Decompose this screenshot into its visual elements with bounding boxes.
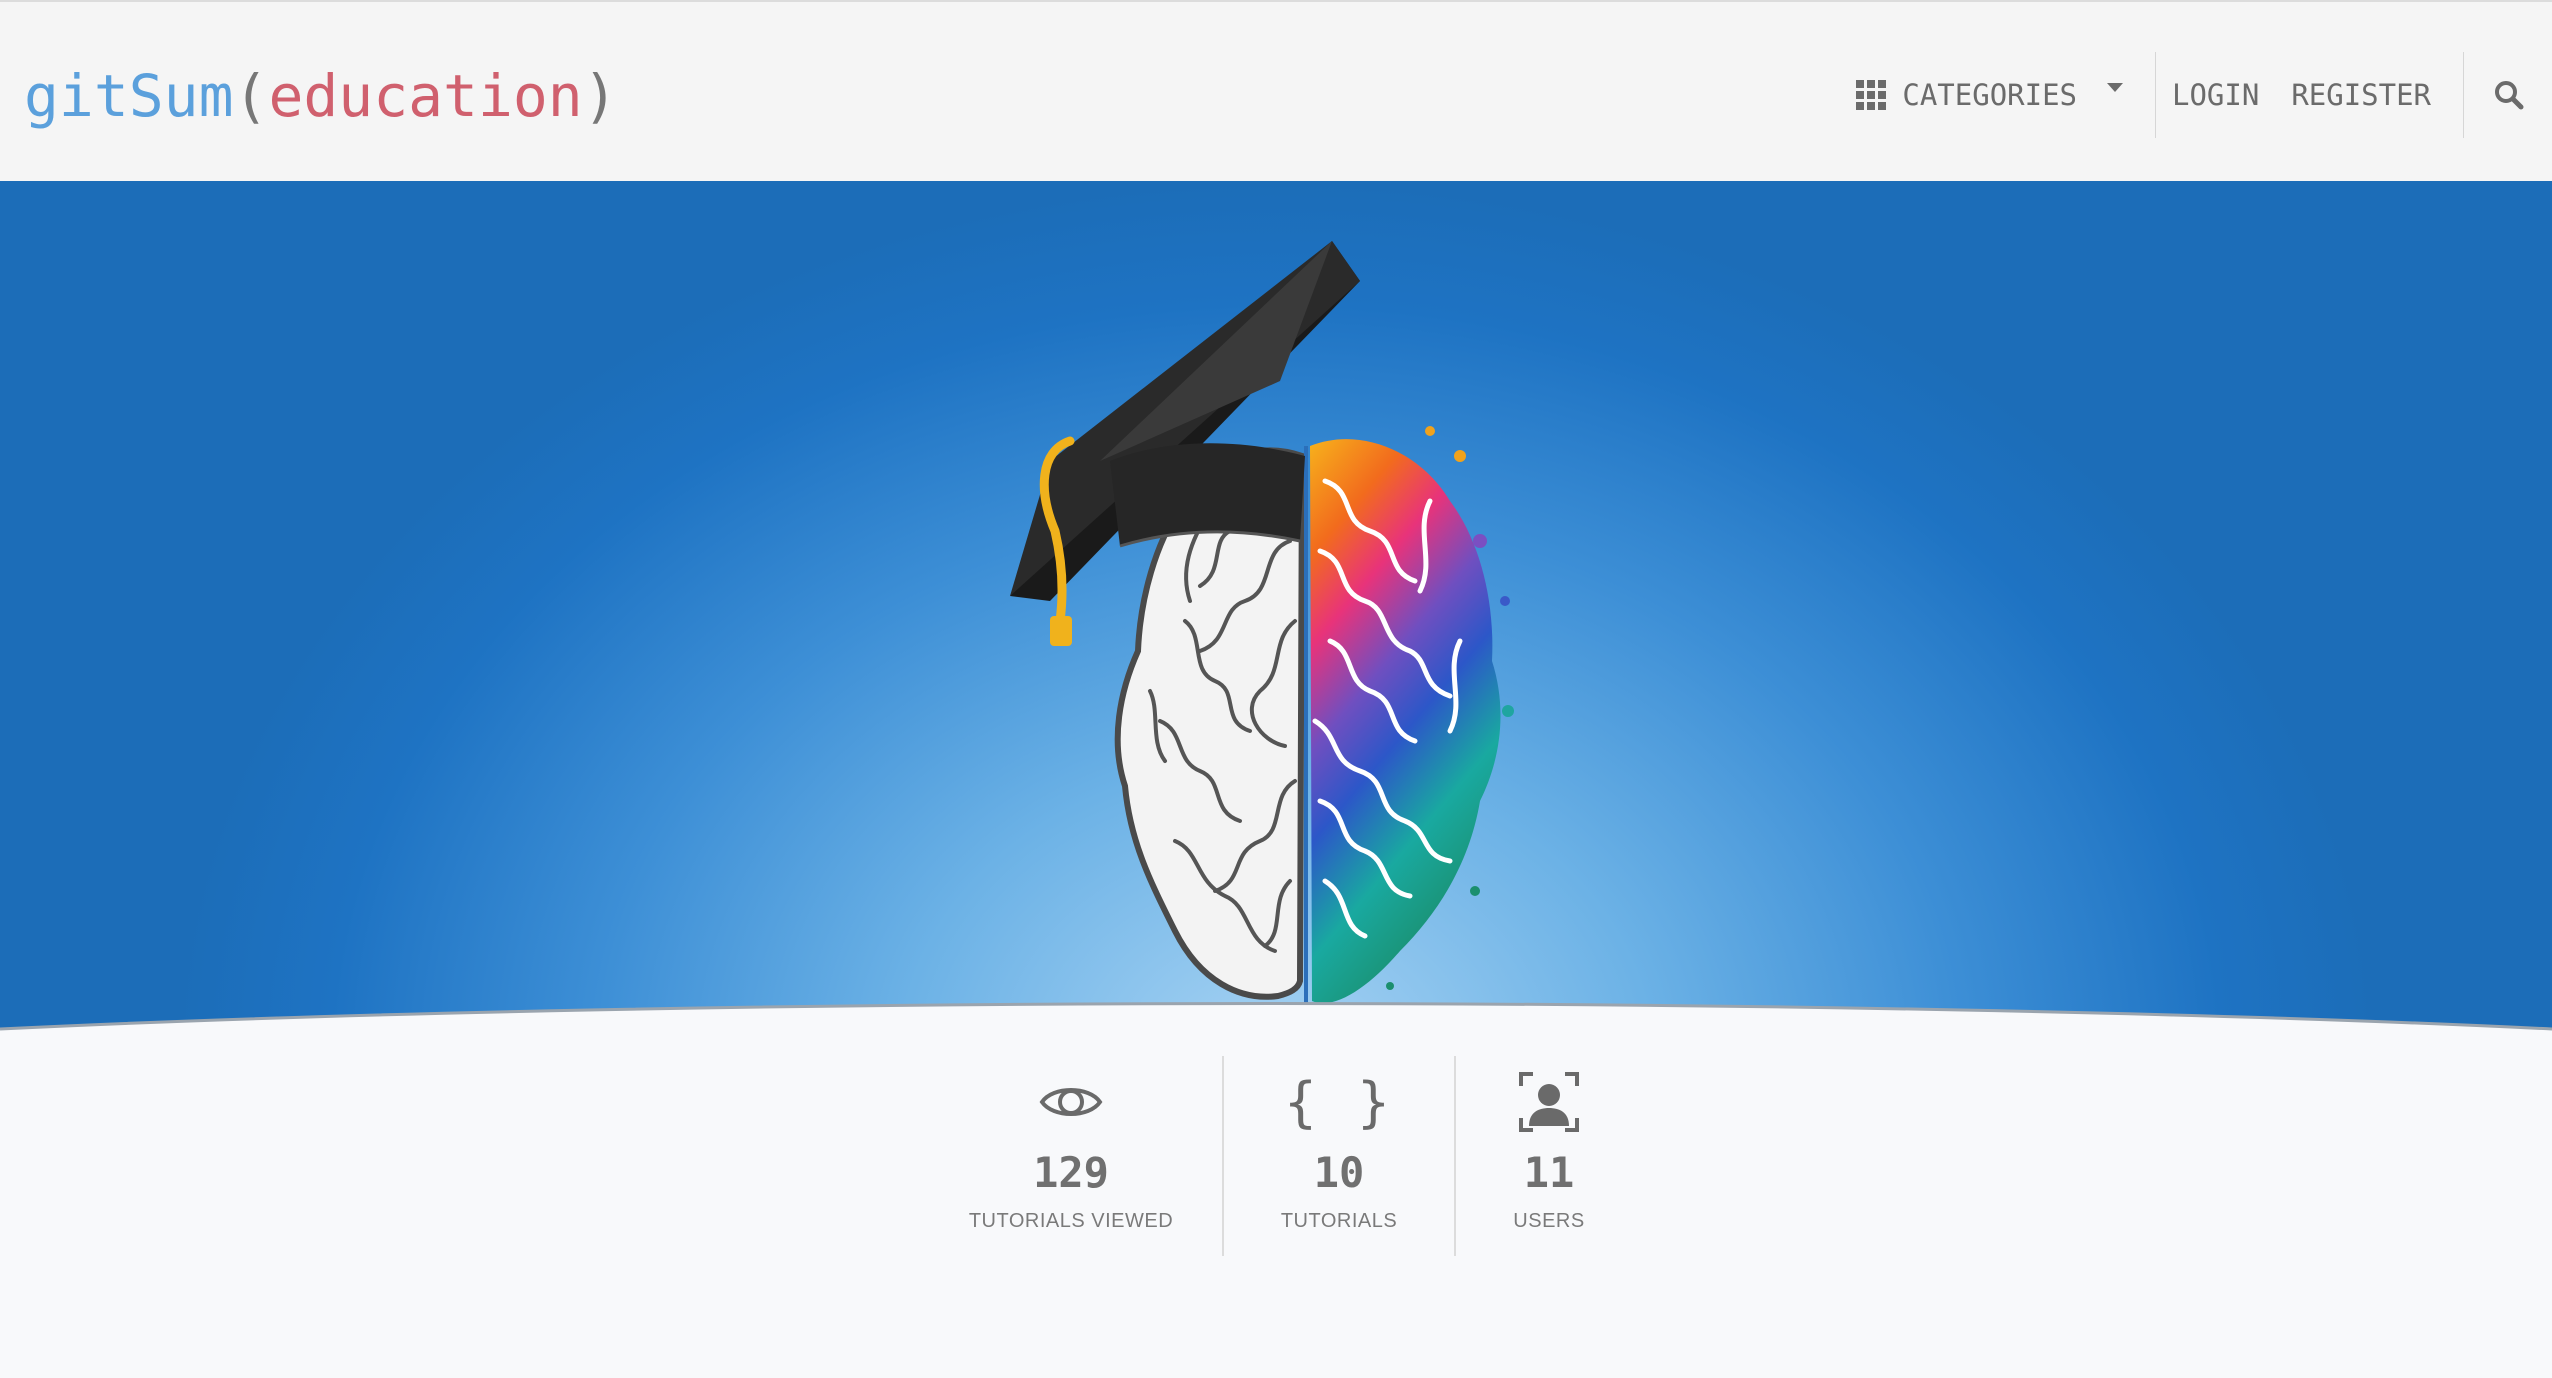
braces-icon: { } xyxy=(1284,1070,1394,1134)
hero-curve-divider xyxy=(0,1002,2552,1061)
brand-paren-close: ) xyxy=(582,62,618,130)
stat-value: 10 xyxy=(1313,1148,1365,1197)
user-icon xyxy=(1517,1066,1581,1138)
search-icon xyxy=(2495,81,2524,110)
stat-label: USERS xyxy=(1513,1210,1585,1232)
hero-banner xyxy=(0,181,2552,1061)
register-label: REGISTER xyxy=(2291,78,2431,112)
login-link[interactable]: LOGIN xyxy=(2156,78,2275,112)
categories-dropdown[interactable]: CATEGORIES xyxy=(1840,78,2139,112)
top-navbar: gitSum(education) CATEGORIES LOGIN REGIS… xyxy=(0,0,2552,181)
stat-tutorials: { } 10 TUTORIALS xyxy=(1222,1056,1454,1256)
brand-name: gitSum xyxy=(24,62,234,130)
brand-logo[interactable]: gitSum(education) xyxy=(24,60,618,132)
stat-label: TUTORIALS xyxy=(1280,1210,1398,1232)
categories-label: CATEGORIES xyxy=(1902,78,2077,112)
nav-menu: CATEGORIES LOGIN REGISTER xyxy=(1840,52,2552,138)
stat-users: 11 USERS xyxy=(1454,1056,1642,1256)
stat-label: TUTORIALS VIEWED xyxy=(968,1210,1174,1232)
login-label: LOGIN xyxy=(2172,78,2260,112)
eye-icon xyxy=(1039,1066,1103,1138)
brand-paren-open: ( xyxy=(233,62,269,130)
brand-subtitle: education xyxy=(268,62,583,130)
grid-icon xyxy=(1856,80,1887,110)
graduation-cap-brain-illustration xyxy=(1010,241,1514,1022)
search-button[interactable] xyxy=(2464,80,2552,110)
stat-value: 129 xyxy=(1033,1148,1109,1197)
stat-tutorials-viewed: 129 TUTORIALS VIEWED xyxy=(920,1056,1222,1256)
stat-value: 11 xyxy=(1523,1148,1575,1197)
caret-down-icon xyxy=(2107,82,2123,92)
register-link[interactable]: REGISTER xyxy=(2275,78,2447,112)
stats-bar: 129 TUTORIALS VIEWED { } 10 TUTORIALS 11… xyxy=(920,1056,1642,1256)
